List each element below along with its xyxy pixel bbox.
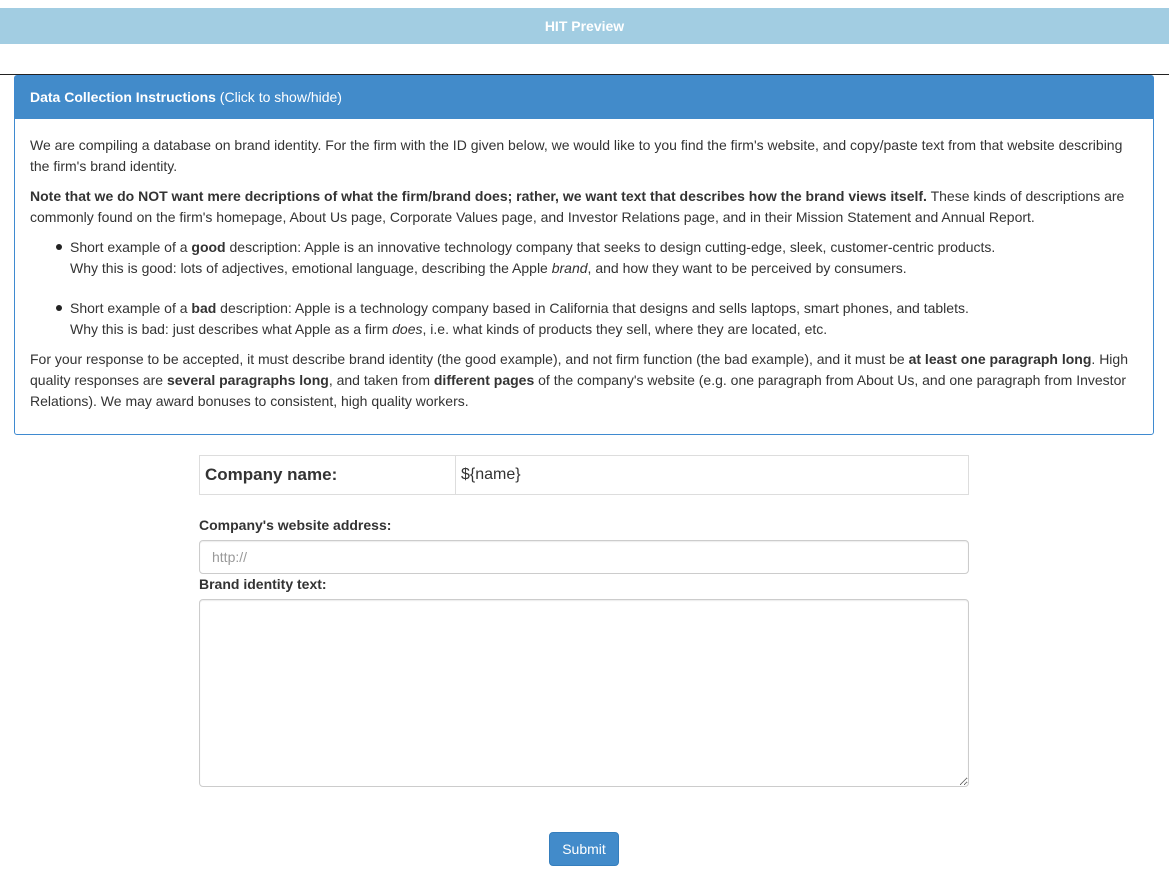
hit-preview-header: HIT Preview (0, 8, 1169, 44)
instructions-note-bold: Note that we do NOT want mere decription… (30, 188, 927, 204)
instructions-heading: Data Collection Instructions (30, 89, 216, 105)
bad-example-why-emphasis: does (392, 321, 423, 337)
criteria-text-1: For your response to be accepted, it mus… (30, 351, 909, 367)
instructions-body: We are compiling a database on brand ide… (15, 119, 1153, 412)
criteria-bold-1: at least one paragraph long (908, 351, 1092, 367)
brand-text-label: Brand identity text: (199, 576, 327, 592)
company-name-label: Company name: (200, 456, 456, 494)
good-example-why: Why this is good: lots of adjectives, em… (70, 260, 552, 276)
company-name-value: ${name} (461, 466, 521, 483)
website-input[interactable] (199, 540, 969, 574)
criteria-bold-3: different pages (433, 372, 535, 388)
website-label: Company's website address: (199, 517, 392, 533)
bad-example-text: description: Apple is a technology compa… (216, 300, 969, 316)
bad-example-pre: Short example of a (70, 300, 192, 316)
good-example-keyword: good (191, 239, 226, 255)
bad-example-why-end: , i.e. what kinds of products they sell,… (422, 321, 828, 337)
bad-example-item: Short example of a bad description: Appl… (56, 298, 1138, 340)
submit-button[interactable]: Submit (549, 832, 619, 866)
good-example-text: description: Apple is an innovative tech… (225, 239, 996, 255)
bad-example-keyword: bad (191, 300, 217, 316)
hit-preview-title: HIT Preview (544, 18, 625, 34)
instructions-toggle[interactable]: Data Collection Instructions (Click to s… (15, 76, 1153, 119)
examples-list: Short example of a good description: App… (30, 237, 1138, 340)
good-example-pre: Short example of a (70, 239, 192, 255)
instructions-panel: Data Collection Instructions (Click to s… (14, 75, 1154, 435)
good-example-why-emphasis: brand (551, 260, 588, 276)
criteria-text-3: , and taken from (328, 372, 434, 388)
company-name-table: Company name: ${name} (199, 455, 969, 495)
good-example-why-end: , and how they want to be perceived by c… (587, 260, 907, 276)
bad-example-why: Why this is bad: just describes what App… (70, 321, 393, 337)
acceptance-criteria: For your response to be accepted, it mus… (30, 349, 1138, 412)
brand-text-textarea[interactable] (199, 599, 969, 787)
instructions-note: Note that we do NOT want mere decription… (30, 186, 1138, 228)
good-example-item: Short example of a good description: App… (56, 237, 1138, 279)
instructions-toggle-hint: (Click to show/hide) (215, 89, 342, 105)
response-form: Company name: ${name} Company's website … (199, 455, 969, 787)
instructions-intro: We are compiling a database on brand ide… (30, 137, 1123, 174)
criteria-bold-2: several paragraphs long (166, 372, 329, 388)
